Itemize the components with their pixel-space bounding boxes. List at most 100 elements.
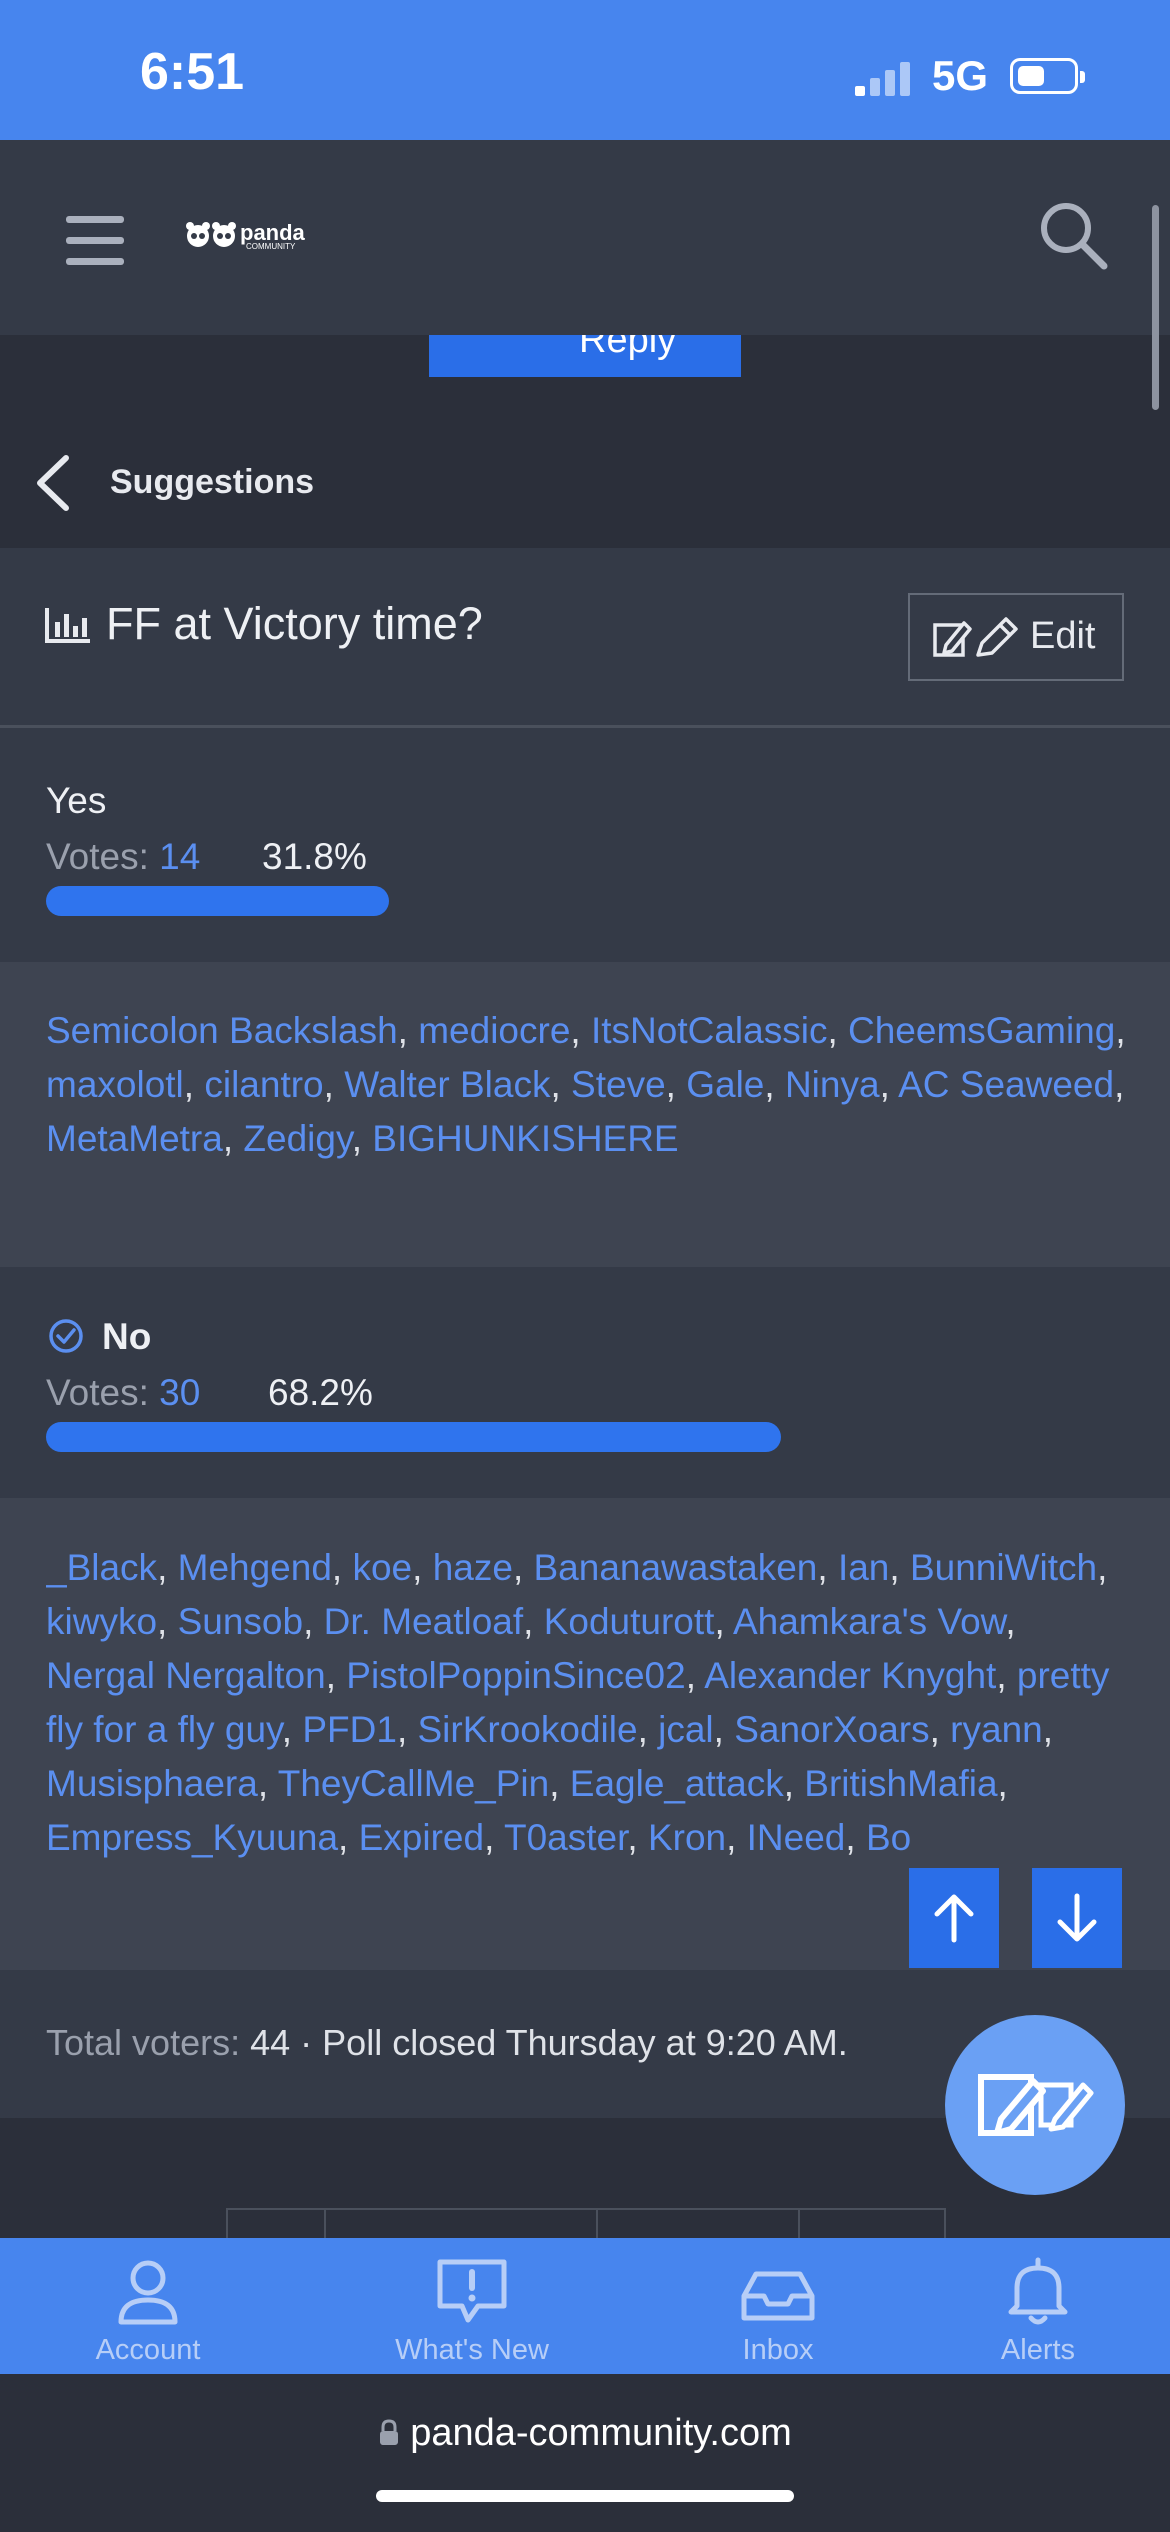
voter-link[interactable]: Alexander Knyght (704, 1655, 996, 1696)
voter-link[interactable]: Ahamkara's Vow (733, 1601, 1005, 1642)
voter-separator: , (183, 1064, 205, 1105)
voter-link[interactable]: haze (433, 1547, 513, 1588)
poll-total: Total voters: 44 · Poll closed Thursday … (46, 2022, 848, 2064)
voter-link[interactable]: Expired (359, 1817, 484, 1858)
voter-link[interactable]: BunniWitch (910, 1547, 1097, 1588)
arrow-up-icon (934, 1894, 974, 1943)
voter-separator: , (351, 1118, 373, 1159)
voter-separator: , (396, 1709, 418, 1750)
lock-icon (380, 2419, 399, 2445)
home-indicator[interactable] (376, 2490, 794, 2502)
alert-bubble-icon (437, 2259, 507, 2323)
voter-link[interactable]: mediocre (418, 1010, 570, 1051)
panda-logo-icon (186, 222, 236, 247)
menu-icon[interactable] (66, 216, 124, 266)
voter-separator: , (714, 1601, 733, 1642)
tab-inbox[interactable]: Inbox (688, 2238, 868, 2374)
voter-link[interactable]: maxolotl (46, 1064, 184, 1105)
voter-link[interactable]: T0aster (504, 1817, 627, 1858)
edit-poll-button[interactable]: Edit (908, 593, 1124, 681)
voter-separator: , (1114, 1064, 1125, 1105)
voter-link[interactable]: jcal (658, 1709, 714, 1750)
voter-link[interactable]: Ian (838, 1547, 889, 1588)
voter-separator: , (627, 1817, 648, 1858)
voter-separator: , (996, 1655, 1017, 1696)
voter-link[interactable]: cilantro (204, 1064, 323, 1105)
voter-separator: , (325, 1655, 347, 1696)
voter-list-no: _Black, Mehgend, koe, haze, Bananawastak… (46, 1541, 1126, 1921)
voter-link[interactable]: ryann (950, 1709, 1043, 1750)
vote-count-link[interactable]: 14 (159, 836, 200, 877)
network-type: 5G (932, 52, 989, 99)
tab-whats-new[interactable]: What's New (362, 2238, 582, 2374)
voter-separator: , (1097, 1547, 1108, 1588)
voter-link[interactable]: Walter Black (344, 1064, 550, 1105)
voter-link[interactable]: Kron (648, 1817, 726, 1858)
voter-list-yes: Semicolon Backslash, mediocre, ItsNotCal… (46, 1004, 1126, 1166)
voter-separator: , (323, 1064, 345, 1105)
voter-separator: , (397, 1010, 419, 1051)
response-label: No (102, 1316, 152, 1357)
voter-separator: , (665, 1064, 687, 1105)
voter-separator: , (1115, 1010, 1126, 1051)
response-label: Yes (46, 780, 107, 821)
pagination (226, 2208, 946, 2240)
voter-link[interactable]: Musisphaera (46, 1763, 258, 1804)
vote-count-link[interactable]: 30 (159, 1372, 200, 1413)
compose-fab-button[interactable] (945, 2015, 1125, 2195)
voter-link[interactable]: koe (352, 1547, 412, 1588)
voter-link[interactable]: _Black (46, 1547, 157, 1588)
user-icon (118, 2260, 178, 2325)
voter-link[interactable]: Eagle_attack (570, 1763, 784, 1804)
scroll-up-button[interactable] (909, 1868, 999, 1968)
edit-pencil-icon (933, 617, 1018, 657)
search-icon[interactable] (1036, 198, 1110, 272)
voter-link[interactable]: Empress_Kyuuna (46, 1817, 338, 1858)
voter-link[interactable]: SirKrookodile (418, 1709, 638, 1750)
reply-button-label: Reply (579, 335, 677, 361)
voter-link[interactable]: Bananawastaken (534, 1547, 818, 1588)
voter-separator: , (157, 1547, 178, 1588)
voter-link[interactable]: Mehgend (178, 1547, 332, 1588)
voter-link[interactable]: TheyCallMe_Pin (278, 1763, 549, 1804)
voter-separator: , (222, 1118, 244, 1159)
voter-link[interactable]: Zedigy (243, 1118, 351, 1159)
voter-link[interactable]: Nergal Nergalton (46, 1655, 326, 1696)
tab-account[interactable]: Account (48, 2238, 248, 2374)
voter-link[interactable]: kiwyko (46, 1601, 157, 1642)
breadcrumb[interactable]: Suggestions (110, 463, 314, 502)
voter-link[interactable]: BIGHUNKISHERE (372, 1118, 678, 1159)
voter-link[interactable]: Koduturott (544, 1601, 715, 1642)
voter-separator: , (997, 1763, 1008, 1804)
voter-link[interactable]: Sunsob (178, 1601, 304, 1642)
voter-link[interactable]: MetaMetra (46, 1118, 223, 1159)
scroll-down-button[interactable] (1032, 1868, 1122, 1968)
voter-link[interactable]: SanorXoars (734, 1709, 929, 1750)
voter-link[interactable]: Semicolon Backslash (46, 1010, 398, 1051)
voter-link[interactable]: Steve (571, 1064, 666, 1105)
back-chevron-icon[interactable] (30, 452, 76, 514)
voter-link[interactable]: BritishMafia (804, 1763, 997, 1804)
voter-link[interactable]: CheemsGaming (848, 1010, 1115, 1051)
voter-link[interactable]: AC Seaweed (898, 1064, 1114, 1105)
voter-link[interactable]: Gale (686, 1064, 764, 1105)
voter-link[interactable]: PistolPoppinSince02 (346, 1655, 685, 1696)
signal-icon (855, 60, 915, 96)
voter-link[interactable]: Bo (866, 1817, 911, 1858)
site-logo[interactable]: panda COMMUNITY (184, 218, 314, 252)
voter-separator: , (685, 1655, 705, 1696)
vote-percentage: 68.2% (268, 1372, 373, 1413)
voter-link[interactable]: Dr. Meatloaf (324, 1601, 523, 1642)
page-scrollbar[interactable] (1152, 205, 1159, 410)
reply-button[interactable]: Reply (429, 335, 741, 377)
tab-alerts[interactable]: Alerts (948, 2238, 1128, 2374)
voter-link[interactable]: ItsNotCalassic (591, 1010, 827, 1051)
poll-title: FF at Victory time? (106, 598, 483, 649)
voter-link[interactable]: PFD1 (302, 1709, 397, 1750)
tab-label: Inbox (742, 2334, 814, 2366)
voter-separator: , (523, 1601, 544, 1642)
compose-icon (978, 2074, 1094, 2136)
voter-link[interactable]: INeed (747, 1817, 846, 1858)
url-display[interactable]: panda-community.com (0, 2412, 1170, 2455)
voter-link[interactable]: Ninya (785, 1064, 880, 1105)
